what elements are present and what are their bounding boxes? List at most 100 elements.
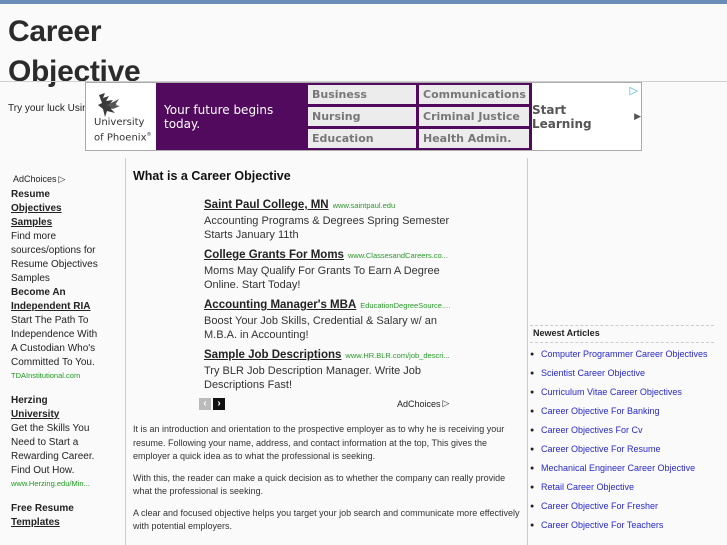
bullet-icon: ● [530, 370, 535, 377]
text-ad-url[interactable]: www.HR.BLR.com/job_descri... [345, 351, 449, 360]
article-list-item: ● Career Objective For Resume [530, 443, 714, 456]
text-ad-desc: Try BLR Job Description Manager. Write J… [204, 365, 422, 391]
text-ad-url[interactable]: www.saintpaul.edu [333, 201, 396, 210]
left-ad-title-link[interactable]: University [11, 408, 103, 422]
article-list-item: ● Scientist Career Objective [530, 367, 714, 380]
text-ad-title[interactable]: College Grants For Moms [204, 249, 344, 261]
start-learning-label: Start Learning [532, 102, 592, 131]
left-ad-title-link[interactable]: Templates [11, 516, 103, 530]
article-link[interactable]: Curriculum Vitae Career Objectives [541, 386, 682, 399]
banner-slogan: Your future begins today. [164, 102, 274, 131]
article-list-item: ● Computer Programmer Career Objectives [530, 348, 714, 361]
text-ad-url[interactable]: EducationDegreeSource.... [360, 301, 450, 310]
left-ad-title-link[interactable]: Objectives Samples [11, 202, 103, 230]
article-paragraph: A clear and focused objective helps you … [133, 507, 520, 532]
program-nursing[interactable]: Nursing [308, 107, 416, 126]
bullet-icon: ● [530, 522, 535, 529]
program-business[interactable]: Business [308, 85, 416, 104]
article-paragraph: It is an introduction and orientation to… [133, 424, 505, 461]
ad-next-button[interactable]: › [213, 398, 225, 410]
article-list-item: ● Mechanical Engineer Career Objective [530, 462, 714, 475]
text-ad[interactable]: Saint Paul College, MN www.saintpaul.edu… [204, 199, 452, 242]
top-accent-bar [0, 0, 727, 4]
text-ad-title[interactable]: Accounting Manager's MBA [204, 299, 356, 311]
article-list-item: ● Career Objectives For Cv [530, 424, 714, 437]
article-list-item: ● Career Objective For Teachers [530, 519, 714, 532]
program-grid: Business Communications Nursing Criminal… [306, 83, 532, 150]
main-left-divider [125, 158, 126, 545]
left-ad-url[interactable]: TDAInstitutional.com [11, 370, 103, 382]
program-education[interactable]: Education [308, 129, 416, 148]
text-ad[interactable]: Accounting Manager's MBA EducationDegree… [204, 299, 452, 342]
site-tagline: Try your luck Using [8, 103, 88, 114]
bullet-icon: ● [530, 465, 535, 472]
banner-ad[interactable]: University of Phoenix® Your future begin… [85, 82, 642, 151]
text-ad-desc: Boost Your Job Skills, Credential & Sala… [204, 315, 437, 341]
left-ad-title[interactable]: Resume [11, 188, 103, 202]
bullet-icon: ● [530, 484, 535, 491]
left-ad-item[interactable]: Free Resume Templates [11, 502, 103, 530]
left-ad-column: AdChoices ▷ Resume Objectives Samples Fi… [11, 172, 103, 542]
newest-articles-list: ● Computer Programmer Career Objectives ●… [530, 343, 714, 532]
text-ad-unit: Saint Paul College, MN www.saintpaul.edu… [204, 199, 452, 399]
main-adchoices[interactable]: AdChoices ▷ [397, 398, 449, 409]
article-link[interactable]: Computer Programmer Career Objectives [541, 348, 708, 361]
program-health-admin[interactable]: Health Admin. [419, 129, 529, 148]
right-sidebar: Newest Articles ● Computer Programmer Car… [530, 325, 714, 538]
site-title[interactable]: Career Objective [8, 12, 141, 92]
text-ad-title[interactable]: Sample Job Descriptions [204, 349, 341, 361]
article-link[interactable]: Scientist Career Objective [541, 367, 645, 380]
left-ad-url[interactable]: www.Herzing.edu/Min... [11, 478, 103, 490]
left-ad-desc: Start The Path To Independence With A Cu… [11, 315, 98, 368]
article-paragraph: With this, the reader can make a quick d… [133, 472, 506, 497]
article-link[interactable]: Mechanical Engineer Career Objective [541, 462, 695, 475]
text-ad-desc: Moms May Qualify For Grants To Earn A De… [204, 265, 440, 291]
article-link[interactable]: Career Objective For Banking [541, 405, 660, 418]
article-link[interactable]: Retail Career Objective [541, 481, 634, 494]
newest-articles-heading: Newest Articles [533, 328, 600, 338]
article-link[interactable]: Career Objective For Fresher [541, 500, 658, 513]
left-ad-item[interactable]: Herzing University Get the Skills You Ne… [11, 394, 103, 490]
adchoices-icon: ▷ [58, 174, 66, 184]
program-communications[interactable]: Communications [419, 85, 529, 104]
start-learning-button[interactable]: Start Learning ▶ ▷ [532, 83, 641, 150]
adchoices-icon: ▷ [442, 398, 450, 408]
article-link[interactable]: Career Objective For Teachers [541, 519, 663, 532]
play-arrow-icon: ▶ [634, 111, 641, 121]
banner-slogan-panel[interactable]: Your future begins today. [156, 83, 306, 150]
ad-prev-button[interactable]: ‹ [199, 398, 211, 410]
left-ad-title[interactable]: Herzing [11, 394, 103, 408]
left-ad-title-link[interactable]: Independent RIA [11, 300, 103, 314]
bullet-icon: ● [530, 351, 535, 358]
bullet-icon: ● [530, 408, 535, 415]
adchoices-icon[interactable]: ▷ [630, 84, 638, 97]
left-ad-item[interactable]: Resume Objectives Samples Find more sour… [11, 188, 103, 286]
page-title: What is a Career Objective [133, 169, 291, 183]
advertiser-name: University of Phoenix® [94, 116, 152, 143]
text-ad-desc: Accounting Programs & Degrees Spring Sem… [204, 215, 450, 241]
program-criminal-justice[interactable]: Criminal Justice [419, 107, 529, 126]
text-ad[interactable]: Sample Job Descriptions www.HR.BLR.com/j… [204, 349, 452, 392]
text-ad-title[interactable]: Saint Paul College, MN [204, 199, 329, 211]
text-ad[interactable]: College Grants For Moms www.ClassesandCa… [204, 249, 452, 292]
article-link[interactable]: Career Objective For Resume [541, 443, 661, 456]
left-ad-desc: Find more sources/options for Resume Obj… [11, 231, 98, 284]
left-ad-title[interactable]: Become An [11, 286, 103, 300]
article-body: It is an introduction and orientation to… [133, 423, 523, 542]
article-link[interactable]: Career Objectives For Cv [541, 424, 643, 437]
article-list-item: ● Career Objective For Banking [530, 405, 714, 418]
article-list-item: ● Retail Career Objective [530, 481, 714, 494]
left-ad-title[interactable]: Free Resume [11, 502, 103, 516]
article-list-item: ● Career Objective For Fresher [530, 500, 714, 513]
text-ad-url[interactable]: www.ClassesandCareers.co... [348, 251, 448, 260]
left-adchoices[interactable]: AdChoices ▷ [13, 172, 103, 186]
ad-pagination: ‹ › [199, 398, 225, 410]
article-list-item: ● Curriculum Vitae Career Objectives [530, 386, 714, 399]
bullet-icon: ● [530, 503, 535, 510]
left-ad-desc: Get the Skills You Need to Start a Rewar… [11, 423, 95, 476]
university-of-phoenix-logo[interactable]: University of Phoenix® [86, 83, 156, 150]
left-ad-item[interactable]: Become An Independent RIA Start The Path… [11, 286, 103, 382]
bullet-icon: ● [530, 427, 535, 434]
site-title-line1: Career [8, 15, 102, 48]
bullet-icon: ● [530, 389, 535, 396]
